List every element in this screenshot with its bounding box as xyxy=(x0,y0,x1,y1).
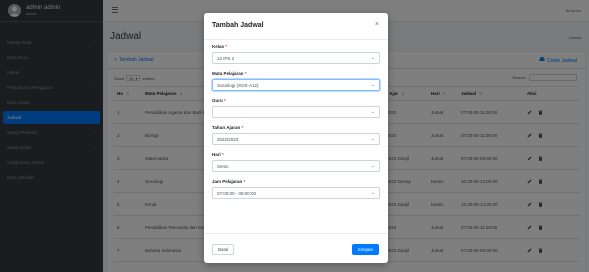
field-label: Tahun Ajaran * xyxy=(212,125,244,130)
cancel-button[interactable]: Batal xyxy=(212,244,235,255)
chevron-down-icon: ⌄ xyxy=(370,136,375,142)
field-tahun-ajaran: Tahun Ajaran * 2022/2023 ⌄ xyxy=(212,125,380,145)
save-button[interactable]: Simpan xyxy=(351,244,379,255)
jam-pelajaran-select[interactable]: 07:00:00 - 09:00:00 ⌄ xyxy=(212,187,380,199)
chevron-down-icon: ⌄ xyxy=(370,190,375,196)
modal-title: Tambah Jadwal xyxy=(212,22,264,29)
field-label: Jam Pelajaran * xyxy=(212,179,246,184)
mata-pelajaran-select[interactable]: Sosiologi (SOS-A12) ⌄ xyxy=(212,79,380,91)
field-hari: Hari * Senin ⌄ xyxy=(212,152,380,172)
field-mata-pelajaran: Mata Pelajaran * Sosiologi (SOS-A12) ⌄ xyxy=(212,71,380,91)
field-label: Guru * xyxy=(212,98,226,103)
select-value: 2022/2023 xyxy=(217,136,239,142)
guru-select[interactable]: ⌄ xyxy=(212,106,380,118)
field-label: Mata Pelajaran * xyxy=(212,71,247,76)
add-schedule-modal: Tambah Jadwal × Kelas * 12 IPS 2 ⌄ Mata P… xyxy=(204,13,388,263)
select-value: 07:00:00 - 09:00:00 xyxy=(217,190,257,196)
field-kelas: Kelas * 12 IPS 2 ⌄ xyxy=(212,44,380,64)
chevron-down-icon: ⌄ xyxy=(370,109,375,115)
close-icon[interactable]: × xyxy=(375,21,379,28)
field-label: Hari * xyxy=(212,152,224,157)
chevron-down-icon: ⌄ xyxy=(370,55,375,61)
modal-header: Tambah Jadwal × xyxy=(204,13,388,40)
hari-select[interactable]: Senin ⌄ xyxy=(212,160,380,172)
chevron-down-icon: ⌄ xyxy=(370,163,375,169)
modal-body: Kelas * 12 IPS 2 ⌄ Mata Pelajaran * Sosio… xyxy=(212,44,380,206)
select-value: 12 IPS 2 xyxy=(217,55,235,61)
select-value: Sosiologi (SOS-A12) xyxy=(217,82,259,88)
tahun-ajaran-select[interactable]: 2022/2023 ⌄ xyxy=(212,133,380,145)
field-guru: Guru * ⌄ xyxy=(212,98,380,118)
field-jam-pelajaran: Jam Pelajaran * 07:00:00 - 09:00:00 ⌄ xyxy=(212,179,380,199)
modal-footer: Batal Simpan xyxy=(204,233,388,263)
kelas-select[interactable]: 12 IPS 2 ⌄ xyxy=(212,52,380,64)
chevron-down-icon: ⌄ xyxy=(370,82,375,88)
field-label: Kelas * xyxy=(212,44,228,49)
select-value: Senin xyxy=(217,163,229,169)
